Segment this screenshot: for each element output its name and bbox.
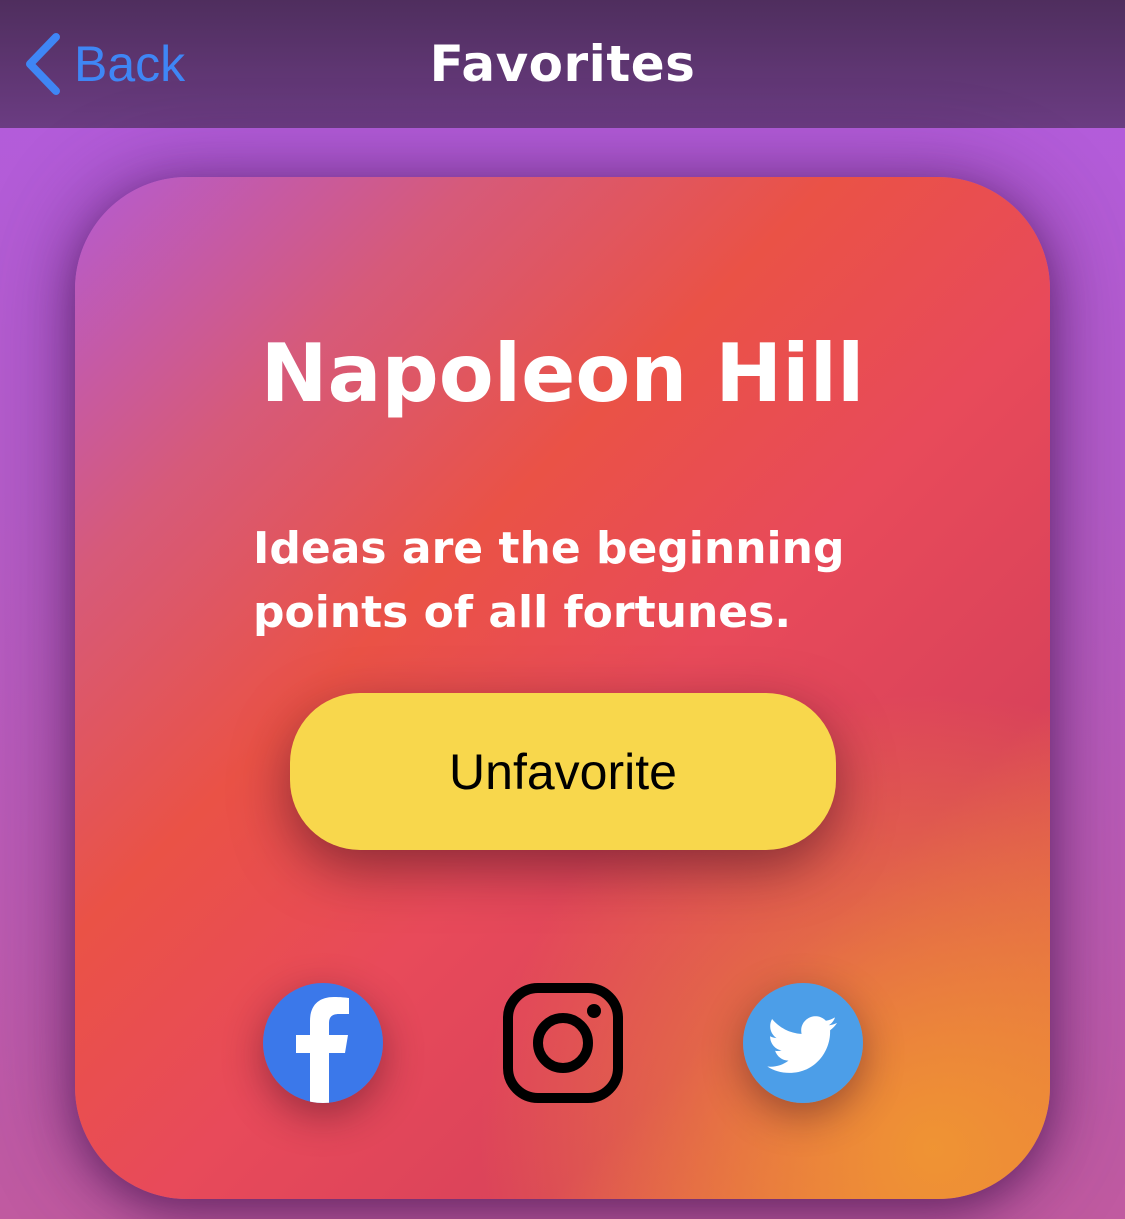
quote-author: Napoleon Hill — [260, 327, 865, 420]
unfavorite-button[interactable]: Unfavorite — [290, 693, 836, 850]
quote-card: Napoleon Hill Ideas are the beginning po… — [75, 177, 1050, 1199]
navigation-bar: Favorites Back — [0, 0, 1125, 128]
quote-text: Ideas are the beginning points of all fo… — [253, 523, 845, 638]
instagram-icon[interactable] — [503, 983, 623, 1103]
twitter-icon[interactable] — [743, 983, 863, 1103]
back-label: Back — [74, 36, 186, 92]
facebook-icon[interactable] — [263, 983, 383, 1103]
chevron-left-icon — [22, 31, 62, 97]
back-button[interactable]: Back — [22, 26, 185, 102]
